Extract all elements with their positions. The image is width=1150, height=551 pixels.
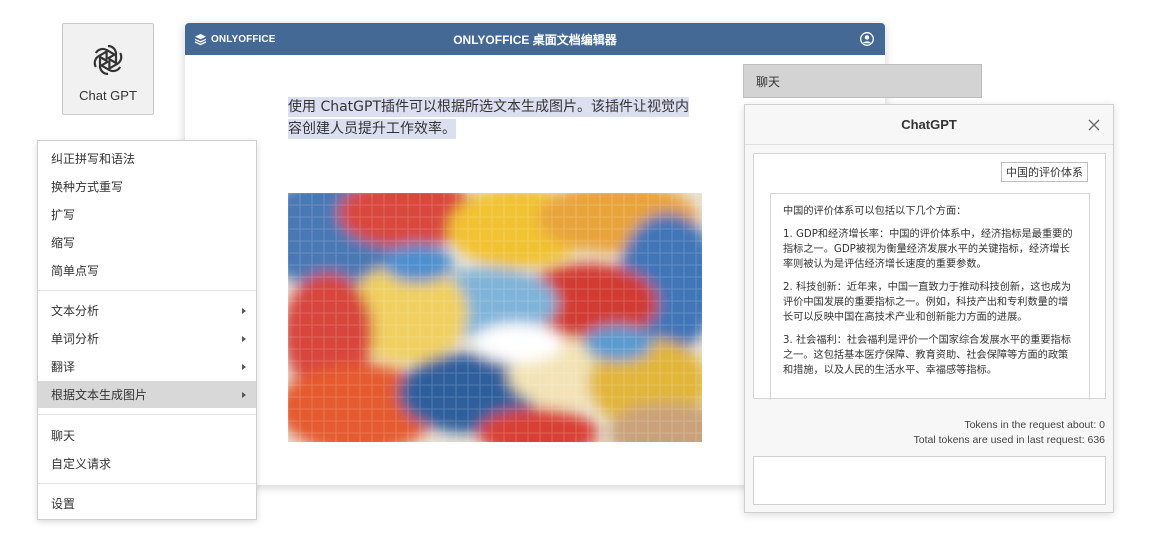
user-avatar-icon[interactable] xyxy=(860,32,874,46)
menu-separator xyxy=(38,483,256,484)
chatgpt-panel: ChatGPT 中国的评价体系 中国的评价体系可以包括以下几个方面： 1. GD… xyxy=(744,104,1114,513)
title-bar: ONLYOFFICE ONLYOFFICE 桌面文档编辑器 xyxy=(185,23,885,55)
menu-item-chat[interactable]: 聊天 xyxy=(38,422,256,449)
menu-item-word-analysis[interactable]: 单词分析 xyxy=(38,325,256,352)
tokens-total-text: Total tokens are used in last request: 6… xyxy=(913,434,1105,446)
menu-separator xyxy=(38,290,256,291)
panel-header: ChatGPT xyxy=(745,105,1113,145)
onlyoffice-logo-icon xyxy=(194,33,207,45)
response-point: 3. 社会福利：社会福利是评价一个国家综合发展水平的重要指标之一。这包括基本医疗… xyxy=(783,335,1072,376)
selected-text: 使用 ChatGPT插件可以根据所选文本生成图片。该插件让视觉内容创建人员提升工… xyxy=(288,97,690,139)
assistant-response: 中国的评价体系可以包括以下几个方面： 1. GDP和经济增长率：中国的评价体系中… xyxy=(770,193,1090,400)
panel-title: ChatGPT xyxy=(901,117,957,132)
response-intro: 中国的评价体系可以包括以下几个方面： xyxy=(783,206,967,217)
menu-item-correct-spelling[interactable]: 纠正拼写和语法 xyxy=(38,145,256,172)
menu-item-rewrite[interactable]: 换种方式重写 xyxy=(38,173,256,200)
response-point: 2. 科技创新：近年来，中国一直致力于推动科技创新，这也成为评价中国发展的重要指… xyxy=(783,282,1072,323)
menu-item-text-analysis[interactable]: 文本分析 xyxy=(38,297,256,324)
tokens-request-text: Tokens in the request about: 0 xyxy=(964,419,1105,431)
context-menu: 纠正拼写和语法 换种方式重写 扩写 缩写 简单点写 文本分析 单词分析 翻译 根… xyxy=(37,140,257,520)
window-title: ONLYOFFICE 桌面文档编辑器 xyxy=(453,32,617,47)
submenu-arrow-icon xyxy=(242,364,246,370)
screenshot-stage: Chat GPT ONLYOFFICE ONLYOFFICE 桌面文档编辑器 使… xyxy=(0,0,1150,551)
menu-separator xyxy=(38,414,256,415)
menu-item-custom-request[interactable]: 自定义请求 xyxy=(38,450,256,477)
chatgpt-logo-icon xyxy=(90,44,126,76)
chat-message-input[interactable] xyxy=(753,456,1106,505)
submenu-arrow-icon xyxy=(242,308,246,314)
response-point: 1. GDP和经济增长率：中国的评价体系中，经济指标是最重要的指标之一。GDP被… xyxy=(783,229,1073,270)
plugin-button-label: Chat GPT xyxy=(79,88,137,103)
brand-name: ONLYOFFICE xyxy=(211,33,276,45)
chat-tab-label: 聊天 xyxy=(756,74,781,89)
abstract-painting-picture xyxy=(288,193,702,442)
submenu-arrow-icon xyxy=(242,336,246,342)
chatgpt-plugin-button[interactable]: Chat GPT xyxy=(62,23,154,115)
menu-item-simplify[interactable]: 简单点写 xyxy=(38,257,256,284)
close-icon[interactable] xyxy=(1087,118,1101,132)
conversation-area[interactable]: 中国的评价体系 中国的评价体系可以包括以下几个方面： 1. GDP和经济增长率：… xyxy=(753,153,1106,400)
selected-paragraph[interactable]: 使用 ChatGPT插件可以根据所选文本生成图片。该插件让视觉内容创建人员提升工… xyxy=(288,96,702,140)
user-message: 中国的评价体系 xyxy=(1001,162,1088,182)
chat-tab[interactable]: 聊天 xyxy=(743,64,982,98)
submenu-arrow-icon xyxy=(242,392,246,398)
menu-item-expand[interactable]: 扩写 xyxy=(38,201,256,228)
menu-item-shorten[interactable]: 缩写 xyxy=(38,229,256,256)
menu-item-translate[interactable]: 翻译 xyxy=(38,353,256,380)
onlyoffice-logo: ONLYOFFICE xyxy=(194,23,276,55)
generated-image[interactable] xyxy=(288,193,702,442)
menu-item-text-to-image[interactable]: 根据文本生成图片 xyxy=(38,381,256,408)
menu-item-settings[interactable]: 设置 xyxy=(38,490,256,517)
